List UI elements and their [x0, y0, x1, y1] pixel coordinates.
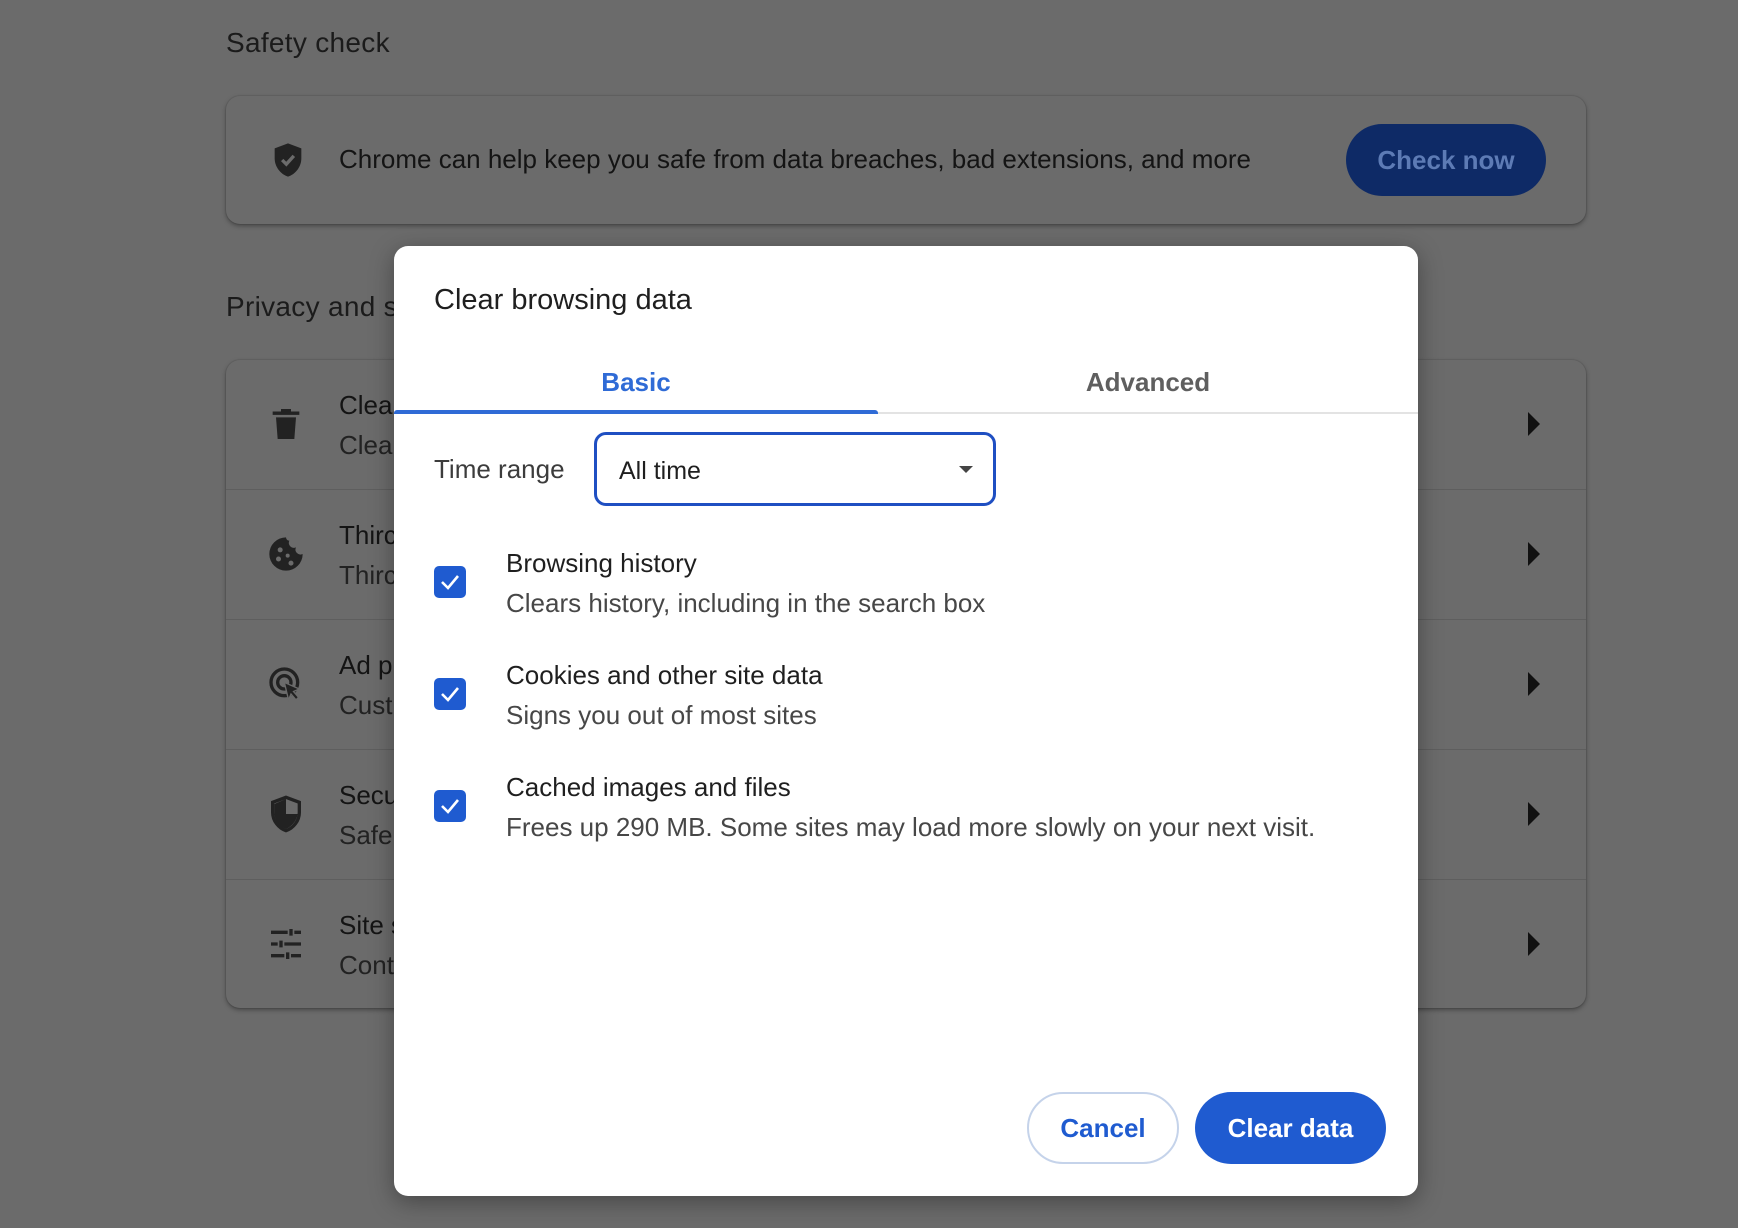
privacy-row-subtitle: Safe — [339, 820, 393, 850]
option-browsing-history: Browsing history Clears history, includi… — [394, 544, 1418, 644]
privacy-row-title: Ad p — [339, 650, 393, 680]
tune-icon — [271, 929, 301, 959]
option-cookies: Cookies and other site data Signs you ou… — [394, 656, 1418, 756]
dialog-title: Clear browsing data — [434, 284, 692, 316]
security-shield-icon — [271, 795, 301, 833]
ad-privacy-icon — [269, 667, 301, 702]
tab-advanced[interactable]: Advanced — [878, 346, 1418, 414]
time-range-select[interactable]: All time — [594, 432, 996, 506]
dialog-tabs: Basic Advanced — [394, 346, 1418, 414]
cancel-button[interactable]: Cancel — [1027, 1092, 1179, 1164]
active-tab-indicator — [394, 410, 878, 414]
shield-check-icon — [274, 143, 302, 177]
settings-page: Safety check Chrome can help keep you sa… — [0, 0, 1738, 1228]
time-range-value: All time — [619, 457, 701, 485]
option-subtitle: Clears history, including in the search … — [506, 588, 986, 618]
checkmark-icon — [441, 687, 459, 702]
dropdown-arrow-icon — [959, 466, 973, 473]
arrow-right-icon — [1528, 542, 1540, 566]
cookie-icon — [269, 537, 303, 571]
trash-icon — [272, 409, 300, 439]
clear-browsing-data-dialog: Clear browsing data Basic Advanced Time … — [394, 246, 1418, 1196]
cookies-checkbox[interactable] — [434, 678, 466, 710]
privacy-row-subtitle: Cont — [339, 950, 394, 980]
privacy-row-subtitle: Cust — [339, 690, 393, 720]
arrow-right-icon — [1528, 412, 1540, 436]
arrow-right-icon — [1528, 932, 1540, 956]
option-subtitle: Frees up 290 MB. Some sites may load mor… — [506, 812, 1316, 842]
time-range-label: Time range — [434, 454, 565, 484]
checkmark-icon — [441, 799, 459, 814]
safety-check-heading: Safety check — [226, 27, 390, 58]
option-subtitle: Signs you out of most sites — [506, 700, 817, 730]
option-title: Browsing history — [506, 548, 697, 578]
privacy-row-subtitle: Thirc — [339, 560, 397, 590]
privacy-row-subtitle: Clea — [339, 430, 393, 460]
checkmark-icon — [441, 575, 459, 590]
privacy-heading: Privacy and s — [226, 291, 398, 322]
option-title: Cookies and other site data — [506, 660, 823, 690]
tab-basic[interactable]: Basic — [394, 346, 878, 414]
cached-images-checkbox[interactable] — [434, 790, 466, 822]
option-cached-images: Cached images and files Frees up 290 MB.… — [394, 768, 1418, 868]
browsing-history-checkbox[interactable] — [434, 566, 466, 598]
arrow-right-icon — [1528, 802, 1540, 826]
check-now-button[interactable]: Check now — [1346, 124, 1546, 196]
privacy-row-title: Secu — [339, 780, 399, 810]
safety-check-card: Chrome can help keep you safe from data … — [226, 96, 1586, 224]
clear-data-button[interactable]: Clear data — [1195, 1092, 1386, 1164]
privacy-row-title: Thirc — [339, 520, 397, 550]
privacy-row-title: Clea — [339, 390, 393, 420]
safety-check-description: Chrome can help keep you safe from data … — [339, 144, 1251, 174]
arrow-right-icon — [1528, 672, 1540, 696]
option-title: Cached images and files — [506, 772, 791, 802]
